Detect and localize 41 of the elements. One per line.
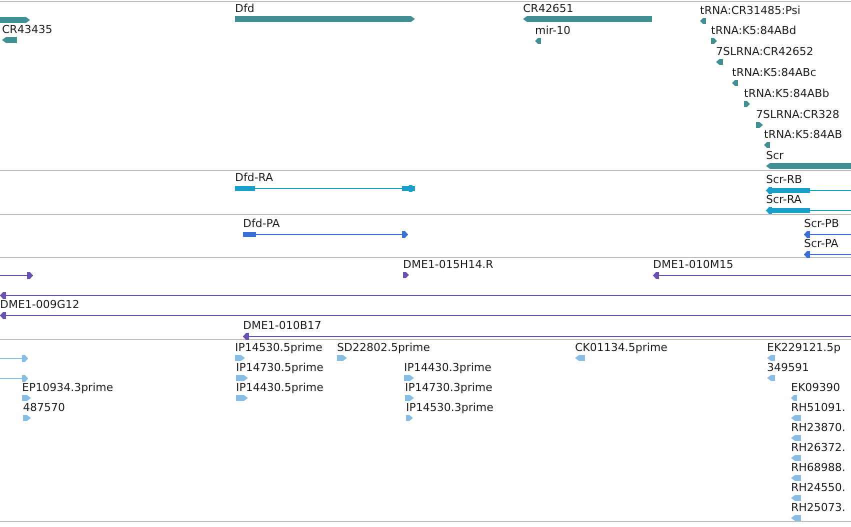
feature-label: IP14730.5prime — [236, 361, 324, 374]
feature-label: tRNA:K5:84AB — [764, 128, 842, 141]
feature-label: RH26372. — [791, 441, 846, 454]
feature-label: CR43435 — [2, 23, 52, 36]
feature-label: tRNA:K5:84ABd — [711, 24, 796, 37]
feature-label: Scr-RA — [766, 193, 802, 206]
feature-label: IP14430.3prime — [404, 361, 492, 374]
feature-label: tRNA:CR31485:Psi — [700, 4, 800, 17]
feature-label: 349591 — [767, 361, 809, 374]
feature-label: Scr-RB — [766, 173, 802, 186]
feature-label: Scr — [766, 149, 784, 162]
feature-label: DME1-010M15 — [653, 258, 734, 271]
feature-label: SD22802.5prime — [337, 341, 430, 354]
feature-label: EK09390 — [791, 381, 840, 394]
feature-label: IP14530.5prime — [235, 341, 322, 354]
feature-label: RH23870. — [791, 421, 846, 434]
feature-label: Dfd — [235, 2, 254, 15]
feature-label: DME1-010B17 — [243, 319, 322, 332]
feature-label: 487570 — [23, 401, 65, 414]
feature-label: CR42651 — [523, 2, 574, 15]
feature-label: mir-10 — [535, 24, 571, 37]
feature-label: tRNA:K5:84ABb — [744, 87, 830, 100]
feature-label: tRNA:K5:84ABc — [732, 66, 816, 79]
feature-label: IP14530.3prime — [406, 401, 494, 414]
feature-label: IP14430.5prime — [236, 381, 324, 394]
feature-label: IP14730.3prime — [405, 381, 492, 394]
feature-label: EK229121.5p — [767, 341, 841, 354]
feature-label: 7SLRNA:CR42652 — [716, 45, 814, 58]
feature-label: RH68988. — [791, 461, 846, 474]
feature-label: EP10934.3prime — [22, 381, 114, 394]
feature-label: Scr-PA — [804, 237, 838, 250]
feature-label: 7SLRNA:CR328 — [756, 108, 840, 121]
feature-label: CK01134.5prime — [575, 341, 668, 354]
feature-label: Dfd-RA — [235, 171, 274, 184]
feature-label: DME1-015H14.R — [403, 258, 494, 271]
feature-label: RH51091. — [791, 401, 846, 414]
feature-label: DME1-009G12 — [0, 298, 80, 311]
feature-label: RH24550. — [791, 481, 846, 494]
feature-label: Scr-PB — [804, 217, 839, 230]
feature-label: RH25073. — [791, 501, 846, 514]
feature-label: Dfd-PA — [243, 217, 280, 230]
